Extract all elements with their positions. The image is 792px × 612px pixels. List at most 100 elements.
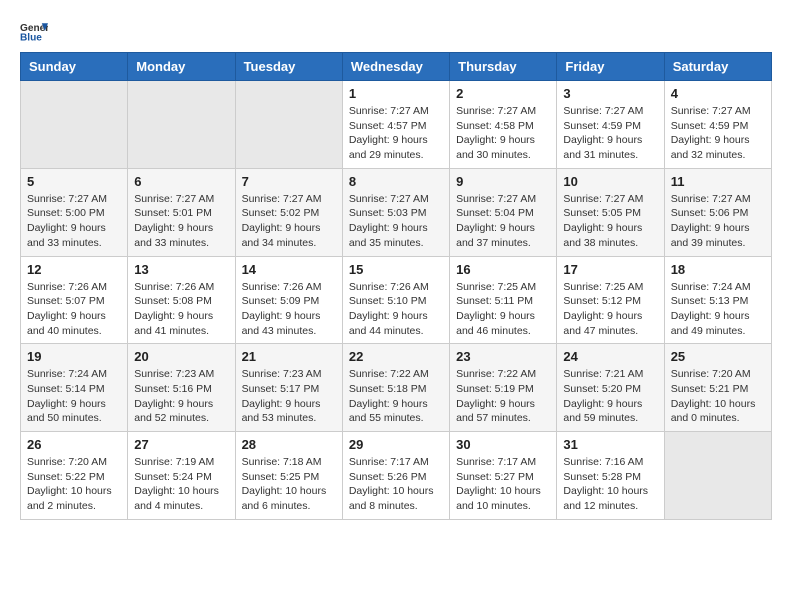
day-info: Sunrise: 7:23 AMSunset: 5:17 PMDaylight:… bbox=[242, 367, 336, 426]
day-number: 19 bbox=[27, 349, 121, 364]
day-info: Sunrise: 7:16 AMSunset: 5:28 PMDaylight:… bbox=[563, 455, 657, 514]
day-number: 28 bbox=[242, 437, 336, 452]
day-info: Sunrise: 7:27 AMSunset: 5:04 PMDaylight:… bbox=[456, 192, 550, 251]
logo-icon: General Blue bbox=[20, 20, 48, 42]
day-number: 3 bbox=[563, 86, 657, 101]
day-info: Sunrise: 7:19 AMSunset: 5:24 PMDaylight:… bbox=[134, 455, 228, 514]
day-info: Sunrise: 7:27 AMSunset: 4:59 PMDaylight:… bbox=[671, 104, 765, 163]
day-number: 30 bbox=[456, 437, 550, 452]
page-header: General Blue bbox=[20, 20, 772, 42]
day-info: Sunrise: 7:17 AMSunset: 5:26 PMDaylight:… bbox=[349, 455, 443, 514]
calendar-cell: 27 Sunrise: 7:19 AMSunset: 5:24 PMDayligh… bbox=[128, 432, 235, 520]
calendar-body: 1 Sunrise: 7:27 AMSunset: 4:57 PMDaylight… bbox=[21, 81, 772, 520]
calendar-cell: 2 Sunrise: 7:27 AMSunset: 4:58 PMDaylight… bbox=[450, 81, 557, 169]
day-number: 7 bbox=[242, 174, 336, 189]
calendar-cell: 13 Sunrise: 7:26 AMSunset: 5:08 PMDayligh… bbox=[128, 256, 235, 344]
day-number: 1 bbox=[349, 86, 443, 101]
day-info: Sunrise: 7:24 AMSunset: 5:14 PMDaylight:… bbox=[27, 367, 121, 426]
day-info: Sunrise: 7:27 AMSunset: 5:02 PMDaylight:… bbox=[242, 192, 336, 251]
weekday-friday: Friday bbox=[557, 53, 664, 81]
calendar-cell: 5 Sunrise: 7:27 AMSunset: 5:00 PMDaylight… bbox=[21, 168, 128, 256]
calendar-cell: 25 Sunrise: 7:20 AMSunset: 5:21 PMDayligh… bbox=[664, 344, 771, 432]
day-number: 15 bbox=[349, 262, 443, 277]
weekday-sunday: Sunday bbox=[21, 53, 128, 81]
day-info: Sunrise: 7:27 AMSunset: 4:57 PMDaylight:… bbox=[349, 104, 443, 163]
calendar-week-2: 5 Sunrise: 7:27 AMSunset: 5:00 PMDaylight… bbox=[21, 168, 772, 256]
day-number: 4 bbox=[671, 86, 765, 101]
day-number: 5 bbox=[27, 174, 121, 189]
calendar-table: SundayMondayTuesdayWednesdayThursdayFrid… bbox=[20, 52, 772, 520]
calendar-cell: 9 Sunrise: 7:27 AMSunset: 5:04 PMDaylight… bbox=[450, 168, 557, 256]
calendar-cell: 16Sunrise: 7:25 AMSunset: 5:11 PMDayligh… bbox=[450, 256, 557, 344]
day-info: Sunrise: 7:25 AMSunset: 5:11 PMDaylight:… bbox=[456, 280, 550, 339]
day-number: 20 bbox=[134, 349, 228, 364]
day-info: Sunrise: 7:27 AMSunset: 5:06 PMDaylight:… bbox=[671, 192, 765, 251]
day-number: 13 bbox=[134, 262, 228, 277]
day-number: 17 bbox=[563, 262, 657, 277]
day-info: Sunrise: 7:27 AMSunset: 5:00 PMDaylight:… bbox=[27, 192, 121, 251]
calendar-cell: 3 Sunrise: 7:27 AMSunset: 4:59 PMDaylight… bbox=[557, 81, 664, 169]
calendar-week-5: 26Sunrise: 7:20 AMSunset: 5:22 PMDayligh… bbox=[21, 432, 772, 520]
day-number: 10 bbox=[563, 174, 657, 189]
day-info: Sunrise: 7:26 AMSunset: 5:10 PMDaylight:… bbox=[349, 280, 443, 339]
day-info: Sunrise: 7:26 AMSunset: 5:07 PMDaylight:… bbox=[27, 280, 121, 339]
calendar-cell: 31 Sunrise: 7:16 AMSunset: 5:28 PMDayligh… bbox=[557, 432, 664, 520]
day-info: Sunrise: 7:23 AMSunset: 5:16 PMDaylight:… bbox=[134, 367, 228, 426]
day-number: 29 bbox=[349, 437, 443, 452]
weekday-saturday: Saturday bbox=[664, 53, 771, 81]
calendar-cell: 8 Sunrise: 7:27 AMSunset: 5:03 PMDaylight… bbox=[342, 168, 449, 256]
calendar-cell: 24 Sunrise: 7:21 AMSunset: 5:20 PMDayligh… bbox=[557, 344, 664, 432]
logo: General Blue bbox=[20, 20, 52, 42]
calendar-cell: 19 Sunrise: 7:24 AMSunset: 5:14 PMDayligh… bbox=[21, 344, 128, 432]
day-number: 24 bbox=[563, 349, 657, 364]
calendar-cell: 4 Sunrise: 7:27 AMSunset: 4:59 PMDaylight… bbox=[664, 81, 771, 169]
day-number: 9 bbox=[456, 174, 550, 189]
day-info: Sunrise: 7:27 AMSunset: 5:03 PMDaylight:… bbox=[349, 192, 443, 251]
day-info: Sunrise: 7:24 AMSunset: 5:13 PMDaylight:… bbox=[671, 280, 765, 339]
weekday-wednesday: Wednesday bbox=[342, 53, 449, 81]
day-info: Sunrise: 7:20 AMSunset: 5:21 PMDaylight:… bbox=[671, 367, 765, 426]
day-info: Sunrise: 7:26 AMSunset: 5:09 PMDaylight:… bbox=[242, 280, 336, 339]
calendar-week-4: 19 Sunrise: 7:24 AMSunset: 5:14 PMDayligh… bbox=[21, 344, 772, 432]
day-number: 12 bbox=[27, 262, 121, 277]
day-info: Sunrise: 7:27 AMSunset: 5:01 PMDaylight:… bbox=[134, 192, 228, 251]
day-info: Sunrise: 7:26 AMSunset: 5:08 PMDaylight:… bbox=[134, 280, 228, 339]
day-number: 31 bbox=[563, 437, 657, 452]
svg-text:Blue: Blue bbox=[20, 32, 42, 42]
weekday-thursday: Thursday bbox=[450, 53, 557, 81]
day-number: 2 bbox=[456, 86, 550, 101]
day-number: 8 bbox=[349, 174, 443, 189]
day-info: Sunrise: 7:27 AMSunset: 4:59 PMDaylight:… bbox=[563, 104, 657, 163]
day-info: Sunrise: 7:22 AMSunset: 5:19 PMDaylight:… bbox=[456, 367, 550, 426]
calendar-cell: 26Sunrise: 7:20 AMSunset: 5:22 PMDayligh… bbox=[21, 432, 128, 520]
day-number: 27 bbox=[134, 437, 228, 452]
calendar-cell: 14Sunrise: 7:26 AMSunset: 5:09 PMDayligh… bbox=[235, 256, 342, 344]
calendar-cell: 22 Sunrise: 7:22 AMSunset: 5:18 PMDayligh… bbox=[342, 344, 449, 432]
day-number: 25 bbox=[671, 349, 765, 364]
calendar-cell: 11 Sunrise: 7:27 AMSunset: 5:06 PMDayligh… bbox=[664, 168, 771, 256]
calendar-week-3: 12 Sunrise: 7:26 AMSunset: 5:07 PMDayligh… bbox=[21, 256, 772, 344]
calendar-cell bbox=[21, 81, 128, 169]
calendar-cell bbox=[128, 81, 235, 169]
day-number: 22 bbox=[349, 349, 443, 364]
day-info: Sunrise: 7:17 AMSunset: 5:27 PMDaylight:… bbox=[456, 455, 550, 514]
day-number: 18 bbox=[671, 262, 765, 277]
day-info: Sunrise: 7:27 AMSunset: 4:58 PMDaylight:… bbox=[456, 104, 550, 163]
day-number: 6 bbox=[134, 174, 228, 189]
calendar-cell: 6 Sunrise: 7:27 AMSunset: 5:01 PMDaylight… bbox=[128, 168, 235, 256]
calendar-cell: 28Sunrise: 7:18 AMSunset: 5:25 PMDayligh… bbox=[235, 432, 342, 520]
calendar-cell: 12 Sunrise: 7:26 AMSunset: 5:07 PMDayligh… bbox=[21, 256, 128, 344]
day-number: 11 bbox=[671, 174, 765, 189]
day-info: Sunrise: 7:22 AMSunset: 5:18 PMDaylight:… bbox=[349, 367, 443, 426]
calendar-cell: 7 Sunrise: 7:27 AMSunset: 5:02 PMDaylight… bbox=[235, 168, 342, 256]
calendar-cell: 15 Sunrise: 7:26 AMSunset: 5:10 PMDayligh… bbox=[342, 256, 449, 344]
calendar-cell: 23 Sunrise: 7:22 AMSunset: 5:19 PMDayligh… bbox=[450, 344, 557, 432]
day-info: Sunrise: 7:21 AMSunset: 5:20 PMDaylight:… bbox=[563, 367, 657, 426]
calendar-cell: 20 Sunrise: 7:23 AMSunset: 5:16 PMDayligh… bbox=[128, 344, 235, 432]
calendar-cell bbox=[235, 81, 342, 169]
day-number: 26 bbox=[27, 437, 121, 452]
calendar-cell: 30 Sunrise: 7:17 AMSunset: 5:27 PMDayligh… bbox=[450, 432, 557, 520]
day-info: Sunrise: 7:27 AMSunset: 5:05 PMDaylight:… bbox=[563, 192, 657, 251]
day-number: 23 bbox=[456, 349, 550, 364]
calendar-cell: 1 Sunrise: 7:27 AMSunset: 4:57 PMDaylight… bbox=[342, 81, 449, 169]
